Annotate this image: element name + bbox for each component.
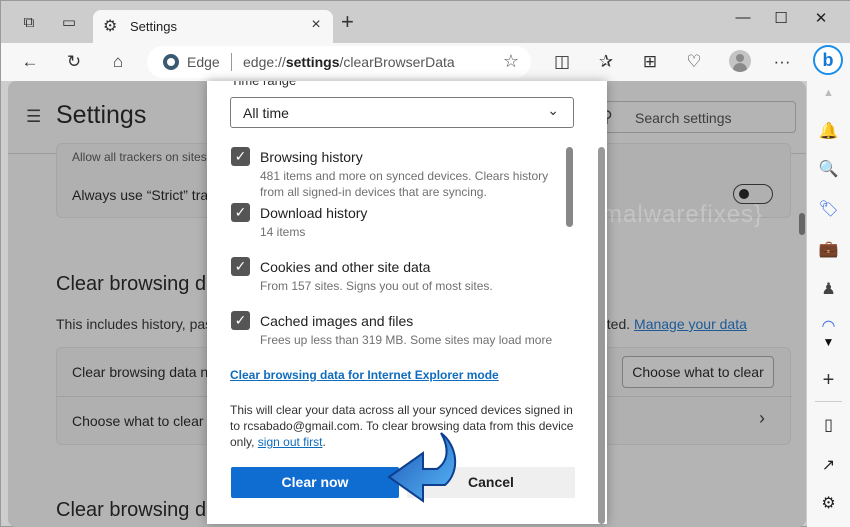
ie-mode-clear-link[interactable]: Clear browsing data for Internet Explore… [230,368,499,382]
open-external-icon[interactable]: ↗ [807,455,850,475]
tab-close-icon[interactable]: × [307,16,325,34]
site-label: Edge [187,54,220,70]
add-sidebar-app-icon[interactable]: + [807,369,850,392]
cookies-label: Cookies and other site data [260,259,431,275]
clear-now-row-label: Clear browsing data now [72,364,227,380]
cookies-subtitle: From 157 sites. Signs you out of most si… [260,279,493,293]
back-icon[interactable]: ← [19,51,41,73]
sidebar-more-icon[interactable]: ▼ [807,335,850,349]
arrow-shape [387,432,457,503]
url-host: settings [285,54,340,70]
time-range-label: Time range [231,81,296,88]
maximize-button[interactable]: ☐ [771,9,791,29]
browsing-history-subtitle: 481 items and more on synced devices. Cl… [260,169,549,199]
download-history-label: Download history [260,205,368,221]
search-placeholder: Search settings [635,110,732,126]
browser-essentials-icon[interactable]: ♡ [683,51,705,73]
search-settings-input[interactable]: ⚲ Search settings [598,101,796,133]
download-history-subtitle: 14 items [260,225,306,239]
more-menu-icon[interactable]: ··· [771,51,793,73]
address-bar[interactable]: Edge edge://settings/clearBrowserData ☆ [147,46,531,78]
browsing-history-checkbox[interactable]: ✓ [231,147,250,166]
refresh-icon[interactable]: ↻ [63,51,85,73]
profile-avatar[interactable] [729,50,751,72]
edge-sidebar: ▲ 🔔 🔍 🏷 💼 ♟ ◠ ▼ + ▯ ↗ ⚙ [807,81,850,527]
hamburger-menu-icon[interactable]: ☰ [26,107,41,127]
minimize-button[interactable]: — [733,9,753,29]
collections-icon[interactable]: ⊞ [639,51,661,73]
hide-sidebar-icon[interactable]: ▯ [807,415,850,435]
search-sidebar-icon[interactable]: 🔍 [807,159,850,179]
navigation-bar: ← ↻ ⌂ Edge edge://settings/clearBrowserD… [1,43,850,81]
page-scrollbar[interactable] [799,213,805,235]
gear-icon: ⚙ [103,18,118,35]
page-title: Settings [56,101,147,129]
tab-title: Settings [130,19,177,34]
home-icon[interactable]: ⌂ [107,51,129,73]
address-separator [231,53,232,71]
vertical-tabs-icon[interactable]: ▭ [59,12,79,32]
tracker-text: Allow all trackers on sites [72,150,207,164]
favorites-icon[interactable]: ✰ [595,51,617,73]
chevron-right-icon[interactable]: › [759,408,765,429]
bell-icon[interactable]: 🔔 [807,121,850,141]
choose-what-to-clear-button[interactable]: Choose what to clear [622,356,774,388]
edge-logo-icon [163,54,179,70]
close-window-button[interactable]: ✕ [811,9,831,29]
browsing-history-label: Browsing history [260,149,363,165]
download-history-checkbox[interactable]: ✓ [231,203,250,222]
cached-images-label: Cached images and files [260,313,414,329]
annotation-arrow-icon [387,432,457,503]
cached-images-checkbox[interactable]: ✓ [231,311,250,330]
new-tab-button[interactable]: + [341,11,354,33]
favorite-star-icon[interactable]: ☆ [503,51,519,72]
url-path: /clearBrowserData [339,54,455,70]
tab-settings[interactable]: ⚙ Settings × [93,10,333,44]
sidebar-settings-icon[interactable]: ⚙ [807,493,850,513]
tools-briefcase-icon[interactable]: 💼 [807,239,850,259]
title-bar: ⧉ ▭ ⚙ Settings × + — ☐ ✕ [1,1,850,44]
office-icon[interactable]: ◠ [807,316,850,336]
clear-now-button[interactable]: Clear now [231,467,399,498]
cookies-checkbox[interactable]: ✓ [231,257,250,276]
time-range-select[interactable]: All time ⌄ [230,97,574,128]
url-text[interactable]: edge://settings/clearBrowserData [243,54,455,70]
split-screen-icon[interactable]: ◫ [551,51,573,73]
time-range-value: All time [243,105,289,121]
workspaces-icon[interactable]: ⧉ [19,12,39,32]
bing-copilot-button[interactable]: b [813,45,843,75]
shopping-tag-icon[interactable]: 🏷 [807,199,850,219]
chevron-down-icon: ⌄ [547,102,559,118]
sidebar-divider [815,401,842,402]
watermark-text: {malwarefixes} [593,201,764,228]
scroll-up-icon[interactable]: ▲ [807,87,850,99]
description-end: eted. Manage your data [599,316,747,332]
options-scrollbar[interactable] [566,147,573,227]
sync-note-end: . [322,435,326,449]
browser-window: ⧉ ▭ ⚙ Settings × + — ☐ ✕ ← ↻ ⌂ Edge edge… [0,0,850,527]
sign-out-first-link[interactable]: sign out first [258,435,323,449]
dialog-scrollbar[interactable] [598,147,605,524]
url-prefix: edge:// [243,54,286,70]
games-chess-icon[interactable]: ♟ [807,279,850,299]
cached-images-subtitle: Frees up less than 319 MB. Some sites ma… [260,333,553,347]
manage-your-data-link[interactable]: Manage your data [634,316,747,332]
